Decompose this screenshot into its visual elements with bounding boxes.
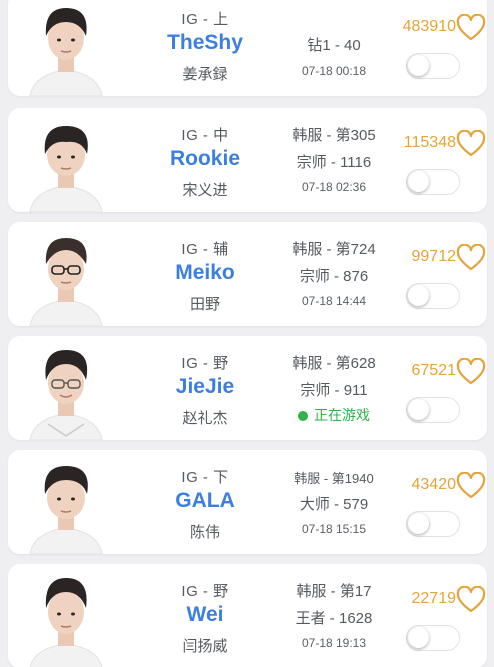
server-rank: 韩服 - 第628 <box>292 355 376 372</box>
toggle-knob <box>408 55 429 76</box>
player-avatar <box>20 0 112 96</box>
like-count: 115348 <box>403 134 456 151</box>
last-seen-time: 07-18 02:36 <box>301 180 367 194</box>
player-card[interactable]: IG - 中 Rookie 宋义进 韩服 - 第305 宗师 - 1116 07… <box>8 108 487 212</box>
player-card[interactable]: IG - 下 GALA 陈伟 韩服 - 第1940 大师 - 579 07-18… <box>8 450 487 554</box>
team-role: IG - 辅 <box>181 241 229 258</box>
player-real-name: 田野 <box>189 296 220 313</box>
player-card[interactable]: IG - 上 TheShy 姜承録 钻1 - 40 07-18 00:18 48… <box>8 0 487 96</box>
player-avatar <box>20 454 112 554</box>
team-role: IG - 野 <box>181 355 229 372</box>
player-real-name: 赵礼杰 <box>182 410 228 427</box>
like-count: 99712 <box>411 248 457 265</box>
last-seen-time: 07-18 14:44 <box>301 294 367 308</box>
player-name[interactable]: GALA <box>120 489 290 513</box>
server-rank: 韩服 - 第724 <box>292 241 376 258</box>
rank-info: 宗师 - 911 <box>300 382 368 399</box>
last-seen-time: 07-18 00:18 <box>301 64 367 78</box>
like-count: 22719 <box>411 590 457 607</box>
team-role: IG - 野 <box>181 583 229 600</box>
player-name[interactable]: JieJie <box>120 375 290 399</box>
toggle-knob <box>408 171 429 192</box>
player-name[interactable]: Meiko <box>120 261 290 285</box>
heart-icon[interactable] <box>456 471 486 500</box>
rank-info: 宗师 - 1116 <box>296 154 372 171</box>
rank-info: 大师 - 579 <box>299 496 369 513</box>
player-list: IG - 上 TheShy 姜承録 钻1 - 40 07-18 00:18 48… <box>0 0 494 667</box>
like-count: 67521 <box>411 362 457 379</box>
rank-info: 王者 - 1628 <box>295 610 373 627</box>
like-count: 483910 <box>402 18 456 35</box>
in-game-status: 正在游戏 <box>274 405 394 425</box>
toggle-knob <box>408 399 429 420</box>
toggle-knob <box>408 285 429 306</box>
follow-toggle[interactable] <box>406 53 460 79</box>
toggle-knob <box>408 627 429 648</box>
heart-icon[interactable] <box>456 243 486 272</box>
rank-info: 钻1 - 40 <box>307 37 361 54</box>
player-avatar <box>20 340 112 440</box>
player-real-name: 闫扬威 <box>182 638 228 655</box>
team-role: IG - 中 <box>181 127 229 144</box>
heart-icon[interactable] <box>456 129 486 158</box>
player-avatar <box>20 226 112 326</box>
in-game-label: 正在游戏 <box>314 407 370 423</box>
heart-icon[interactable] <box>456 357 486 386</box>
follow-toggle[interactable] <box>406 511 460 537</box>
follow-toggle[interactable] <box>406 169 460 195</box>
player-real-name: 宋义进 <box>182 182 228 199</box>
last-seen-time: 07-18 15:15 <box>301 522 367 536</box>
heart-icon[interactable] <box>456 585 486 614</box>
status-dot-icon <box>298 411 308 421</box>
like-count: 43420 <box>411 476 457 493</box>
server-rank: 韩服 - 第305 <box>292 127 376 144</box>
follow-toggle[interactable] <box>406 625 460 651</box>
heart-icon[interactable] <box>456 13 486 42</box>
player-real-name: 陈伟 <box>189 524 220 541</box>
player-name[interactable]: Rookie <box>120 147 290 171</box>
player-name[interactable]: Wei <box>120 603 290 627</box>
player-real-name: 姜承録 <box>182 66 228 83</box>
player-card[interactable]: IG - 辅 Meiko 田野 韩服 - 第724 宗师 - 876 07-18… <box>8 222 487 326</box>
team-role: IG - 上 <box>181 11 229 28</box>
player-card[interactable]: IG - 野 Wei 闫扬威 韩服 - 第17 王者 - 1628 07-18 … <box>8 564 487 667</box>
player-name[interactable]: TheShy <box>120 31 290 55</box>
follow-toggle[interactable] <box>406 283 460 309</box>
rank-info: 宗师 - 876 <box>299 268 369 285</box>
last-seen-time: 07-18 19:13 <box>301 636 367 650</box>
player-avatar <box>20 568 112 667</box>
server-rank: 韩服 - 第1940 <box>294 471 374 486</box>
follow-toggle[interactable] <box>406 397 460 423</box>
player-avatar <box>20 112 112 212</box>
team-role: IG - 下 <box>181 469 229 486</box>
server-rank: 韩服 - 第17 <box>296 583 372 600</box>
toggle-knob <box>408 513 429 534</box>
player-card[interactable]: IG - 野 JieJie 赵礼杰 韩服 - 第628 宗师 - 911 正在游… <box>8 336 487 440</box>
